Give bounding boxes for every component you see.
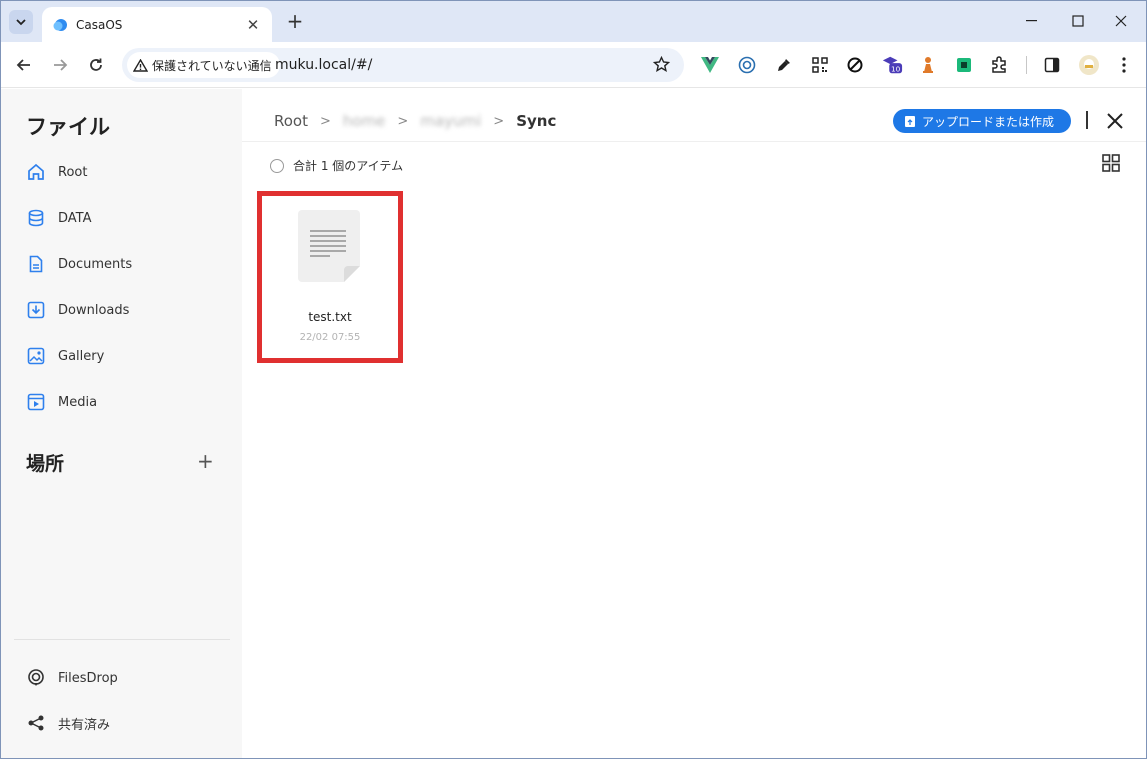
tab-title: CasaOS xyxy=(76,17,123,32)
sidebar-item-root[interactable]: Root xyxy=(27,161,87,183)
file-item[interactable]: test.txt 22/02 07:55 xyxy=(257,191,403,363)
add-place-button[interactable]: + xyxy=(197,449,214,473)
database-icon xyxy=(28,209,44,227)
vue-devtools-icon[interactable] xyxy=(699,54,721,76)
file-name: test.txt xyxy=(308,310,352,324)
close-icon[interactable] xyxy=(1104,110,1126,132)
close-window-button[interactable] xyxy=(1101,7,1141,35)
image-icon xyxy=(27,347,45,365)
browser-toolbar: 保護されていない通信 muku.local/#/ 10 xyxy=(1,42,1146,88)
reload-button[interactable] xyxy=(84,53,108,77)
sidebar-item-gallery[interactable]: Gallery xyxy=(27,345,104,367)
url-text[interactable]: muku.local/#/ xyxy=(275,57,372,73)
arrow-right-icon xyxy=(54,59,68,71)
sidebar-item-label: DATA xyxy=(58,210,92,226)
browser-menu-icon[interactable] xyxy=(1113,54,1135,76)
places-section-title: 場所 xyxy=(26,453,65,475)
close-icon xyxy=(1115,15,1127,27)
address-bar[interactable]: 保護されていない通信 muku.local/#/ xyxy=(122,48,684,82)
maximize-button[interactable] xyxy=(1058,7,1098,35)
upload-or-create-button[interactable]: アップロードまたは作成 xyxy=(893,109,1071,133)
reload-icon xyxy=(90,58,102,71)
sidebar-divider xyxy=(14,639,230,640)
download-icon xyxy=(27,301,45,319)
breadcrumb-root[interactable]: Root xyxy=(274,112,308,130)
extension-badge-count: 10 xyxy=(891,64,901,73)
toolbar-divider xyxy=(1026,56,1027,74)
forward-button[interactable] xyxy=(48,53,72,77)
home-icon xyxy=(28,163,44,180)
upload-icon xyxy=(905,115,915,127)
security-chip[interactable]: 保護されていない通信 xyxy=(127,52,280,78)
breadcrumb-home[interactable]: home xyxy=(343,112,386,130)
grid-view-icon[interactable] xyxy=(1102,154,1120,172)
sidebar-item-label: Root xyxy=(58,164,88,180)
breadcrumb-current: Sync xyxy=(516,112,557,130)
text-file-icon xyxy=(298,210,360,282)
sidebar-item-label: FilesDrop xyxy=(58,670,118,686)
sidebar-item-documents[interactable]: Documents xyxy=(27,253,132,275)
sidebar-item-label: Documents xyxy=(58,256,133,272)
block-icon[interactable] xyxy=(844,54,866,76)
filesdrop-icon xyxy=(28,669,44,686)
green-square-icon[interactable] xyxy=(953,54,975,76)
maximize-icon xyxy=(1072,15,1084,27)
file-date: 22/02 07:55 xyxy=(299,332,361,343)
breadcrumb-separator: > xyxy=(319,113,331,129)
sidebar-item-filesdrop[interactable]: FilesDrop xyxy=(27,667,118,689)
breadcrumb-separator: > xyxy=(397,113,409,129)
breadcrumb-separator: > xyxy=(493,113,505,129)
minimize-button[interactable] xyxy=(1012,7,1052,35)
browser-tab[interactable]: CasaOS ✕ xyxy=(42,7,272,42)
eyedropper-icon[interactable] xyxy=(773,54,795,76)
upload-button-label: アップロードまたは作成 xyxy=(922,114,1055,129)
sidebar-item-media[interactable]: Media xyxy=(27,391,97,413)
sidebar-item-label: Downloads xyxy=(58,302,130,318)
select-all-row[interactable]: 合計 1 個のアイテム xyxy=(270,157,403,174)
header-divider xyxy=(1086,111,1088,129)
select-all-radio[interactable] xyxy=(270,158,284,173)
sidebar-item-downloads[interactable]: Downloads xyxy=(27,299,129,321)
sidebar-title: ファイル xyxy=(26,115,110,139)
document-icon xyxy=(29,255,43,273)
breadcrumb: Root > home > mayumi > Sync xyxy=(274,112,556,130)
bookmark-star-icon[interactable] xyxy=(652,55,671,77)
side-panel-icon[interactable] xyxy=(1041,54,1063,76)
back-button[interactable] xyxy=(12,53,36,77)
qr-code-icon[interactable] xyxy=(809,54,831,76)
sidebar-item-data[interactable]: DATA xyxy=(27,207,92,229)
profile-avatar[interactable] xyxy=(1078,54,1100,76)
arrow-left-icon xyxy=(16,59,30,71)
file-browser-main: Root > home > mayumi > Sync アップロードまたは作成 … xyxy=(242,89,1146,758)
files-sidebar: ファイル Root DATA Documents Downloads Galle… xyxy=(1,89,242,758)
minimize-icon xyxy=(1026,20,1037,22)
casaos-favicon-icon xyxy=(53,18,67,31)
security-chip-label: 保護されていない通信 xyxy=(152,58,272,73)
tab-strip: CasaOS ✕ + xyxy=(1,1,1146,42)
browser-window: CasaOS ✕ + 保護されていない通信 muku.local/#/ 10 フ… xyxy=(0,0,1147,759)
new-tab-button[interactable]: + xyxy=(284,10,306,32)
share-icon xyxy=(28,715,44,731)
item-count: 合計 1 個のアイテム xyxy=(293,159,404,173)
sidebar-item-label: Media xyxy=(58,394,98,410)
sidebar-item-label: Gallery xyxy=(58,348,105,364)
warning-icon xyxy=(133,58,148,72)
extension-badge-icon[interactable]: 10 xyxy=(881,54,903,76)
chevron-down-icon xyxy=(16,18,26,25)
header-separator xyxy=(242,141,1146,142)
breadcrumb-user[interactable]: mayumi xyxy=(420,112,481,130)
tab-search-button[interactable] xyxy=(9,10,33,34)
tab-close-icon[interactable]: ✕ xyxy=(244,16,262,34)
sidebar-item-label: 共有済み xyxy=(58,717,111,733)
media-icon xyxy=(27,393,45,411)
sidebar-item-shared[interactable]: 共有済み xyxy=(27,712,110,734)
chess-piece-icon[interactable] xyxy=(917,54,939,76)
extensions-puzzle-icon[interactable] xyxy=(988,54,1010,76)
circle-extension-icon[interactable] xyxy=(736,54,758,76)
